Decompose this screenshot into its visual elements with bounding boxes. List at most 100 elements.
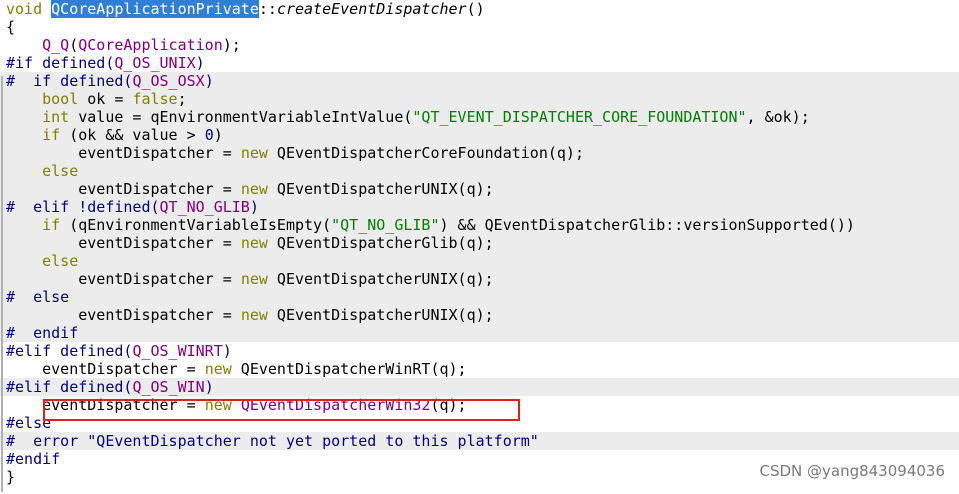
code-token: else xyxy=(42,162,79,180)
code-token: # elif !defined( xyxy=(6,198,160,216)
code-token: Q_Q xyxy=(42,36,70,54)
code-token: ) xyxy=(204,378,214,396)
code-token: ) xyxy=(204,72,214,90)
code-token: QEventDispatcherGlib(q); xyxy=(267,234,494,252)
code-line[interactable]: # error "QEventDispatcher not yet ported… xyxy=(0,432,959,450)
code-token: new xyxy=(240,306,268,324)
code-token: eventDispatcher = xyxy=(6,234,241,252)
code-token: (ok && value > xyxy=(60,126,205,144)
code-token: QEventDispatcherUNIX(q); xyxy=(267,180,494,198)
code-token: if xyxy=(42,216,61,234)
code-token: eventDispatcher = xyxy=(6,396,205,414)
code-token: new xyxy=(204,396,232,414)
code-editor[interactable]: void QCoreApplicationPrivate::createEven… xyxy=(0,0,959,486)
code-line[interactable]: else xyxy=(0,162,959,180)
code-line[interactable]: bool ok = false; xyxy=(0,90,959,108)
code-token: QEventDispatcherUNIX(q); xyxy=(267,306,494,324)
code-token: ok = xyxy=(78,90,133,108)
code-line[interactable]: eventDispatcher = new QEventDispatcherWi… xyxy=(0,360,959,378)
code-token: } xyxy=(6,468,16,486)
code-token: void xyxy=(6,0,43,18)
code-token: { xyxy=(6,18,16,36)
code-token: ) xyxy=(213,126,223,144)
code-token: false xyxy=(132,90,178,108)
code-token: new xyxy=(240,144,268,162)
code-token: :: xyxy=(258,0,277,18)
code-token: QT_NO_GLIB xyxy=(159,198,250,216)
code-token: # if defined( xyxy=(6,72,133,90)
code-token: #else xyxy=(6,414,52,432)
code-token: # endif xyxy=(6,324,79,342)
code-line[interactable]: eventDispatcher = new QEventDispatcherCo… xyxy=(0,144,959,162)
code-token: # else xyxy=(6,288,70,306)
code-token: , &ok); xyxy=(746,108,810,126)
code-line[interactable]: #else xyxy=(0,414,959,432)
code-line[interactable]: #elif defined(Q_OS_WIN) xyxy=(0,378,959,396)
code-line[interactable]: eventDispatcher = new QEventDispatcherUN… xyxy=(0,270,959,288)
code-token: ) && QEventDispatcherGlib::versionSuppor… xyxy=(439,216,855,234)
code-token: createEventDispatcher xyxy=(276,0,467,18)
watermark: CSDN @yang843094036 xyxy=(759,462,945,480)
code-token: else xyxy=(42,252,79,270)
code-line[interactable]: if (ok && value > 0) xyxy=(0,126,959,144)
code-line[interactable]: { xyxy=(0,18,959,36)
code-token: bool xyxy=(42,90,79,108)
code-token: ( xyxy=(69,36,79,54)
code-line[interactable]: #elif defined(Q_OS_WINRT) xyxy=(0,342,959,360)
code-token: Q_OS_WINRT xyxy=(132,342,223,360)
code-token: Q_OS_WIN xyxy=(132,378,205,396)
code-token: ) xyxy=(195,54,205,72)
code-line[interactable]: # else xyxy=(0,288,959,306)
code-line[interactable]: #if defined(Q_OS_UNIX) xyxy=(0,54,959,72)
code-line[interactable]: eventDispatcher = new QEventDispatcherUN… xyxy=(0,180,959,198)
code-token: 0 xyxy=(204,126,214,144)
code-line[interactable]: eventDispatcher = new QEventDispatcherUN… xyxy=(0,306,959,324)
code-token: int xyxy=(42,108,70,126)
code-token: QEventDispatcherWin32 xyxy=(240,396,431,414)
code-token: new xyxy=(240,180,268,198)
code-token: # error "QEventDispatcher not yet ported… xyxy=(6,432,539,450)
code-line[interactable]: int value = qEnvironmentVariableIntValue… xyxy=(0,108,959,126)
code-token: QCoreApplication xyxy=(78,36,223,54)
code-line[interactable]: # endif xyxy=(0,324,959,342)
code-token: Q_OS_UNIX xyxy=(114,54,196,72)
code-token: "QT_NO_GLIB" xyxy=(331,216,440,234)
code-token: (q); xyxy=(430,396,467,414)
code-line[interactable]: # elif !defined(QT_NO_GLIB) xyxy=(0,198,959,216)
code-token: eventDispatcher = xyxy=(6,144,241,162)
code-line[interactable]: eventDispatcher = new QEventDispatcherGl… xyxy=(0,234,959,252)
code-token: new xyxy=(240,270,268,288)
code-token: value = qEnvironmentVariableIntValue( xyxy=(69,108,413,126)
code-token: QEventDispatcherUNIX(q); xyxy=(267,270,494,288)
code-token: QEventDispatcherWinRT(q); xyxy=(231,360,467,378)
code-token: #elif defined( xyxy=(6,378,133,396)
code-token: eventDispatcher = xyxy=(6,360,205,378)
selected-text: QCoreApplicationPrivate xyxy=(51,0,259,18)
code-line[interactable]: void QCoreApplicationPrivate::createEven… xyxy=(0,0,959,18)
code-token: () xyxy=(466,0,485,18)
code-token: eventDispatcher = xyxy=(6,270,241,288)
code-line[interactable]: Q_Q(QCoreApplication); xyxy=(0,36,959,54)
code-token: eventDispatcher = xyxy=(6,180,241,198)
highlighted-code-line[interactable]: eventDispatcher = new QEventDispatcherWi… xyxy=(0,396,959,414)
code-token: ; xyxy=(177,90,187,108)
code-token: (qEnvironmentVariableIsEmpty( xyxy=(60,216,332,234)
code-line[interactable]: if (qEnvironmentVariableIsEmpty("QT_NO_G… xyxy=(0,216,959,234)
code-token: new xyxy=(204,360,232,378)
code-line[interactable]: # if defined(Q_OS_OSX) xyxy=(0,72,959,90)
code-token: "QT_EVENT_DISPATCHER_CORE_FOUNDATION" xyxy=(412,108,747,126)
code-token: new xyxy=(240,234,268,252)
code-token: #if defined( xyxy=(6,54,115,72)
code-fold-gutter xyxy=(1,76,3,492)
code-token: if xyxy=(42,126,61,144)
code-line[interactable]: else xyxy=(0,252,959,270)
